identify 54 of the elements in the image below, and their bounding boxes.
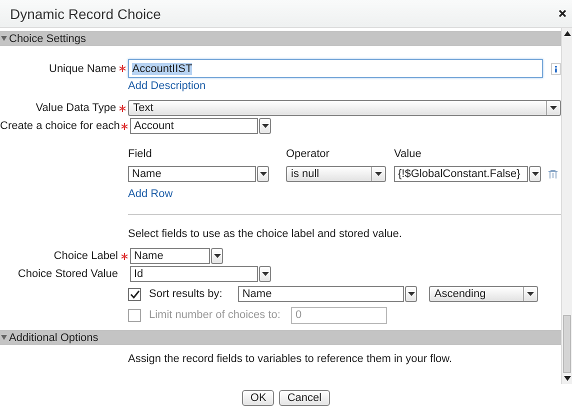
field-label: Unique Name	[48, 62, 116, 74]
column-header: Operator	[286, 148, 330, 160]
triangle-icon	[1, 335, 7, 340]
caret-icon	[550, 106, 558, 110]
dropdown-button[interactable]	[529, 166, 541, 182]
dropdown-button[interactable]	[259, 266, 271, 282]
cancel-button[interactable]: Cancel	[279, 390, 330, 406]
caret-icon	[262, 124, 268, 128]
section-header[interactable]: Choice Settings	[0, 31, 562, 46]
operator-select[interactable]: is null	[286, 166, 386, 182]
column-header: Field	[128, 148, 153, 160]
caret-icon	[408, 292, 415, 296]
field-label: Create a choice for each	[0, 120, 118, 132]
description-text: Assign the record fields to variables to reference them in your flow.	[128, 353, 454, 365]
dropdown-button[interactable]	[259, 118, 271, 134]
caret-icon	[262, 272, 268, 276]
add-row-link[interactable]: Add Row	[128, 186, 173, 202]
column-header: Value	[394, 148, 422, 160]
limit-label: Limit number of choices to:	[149, 309, 280, 321]
info-icon[interactable]	[551, 62, 562, 74]
scroll-up-icon[interactable]	[564, 31, 570, 36]
triangle-icon	[1, 36, 7, 41]
sort-checkbox[interactable]	[128, 288, 141, 300]
scroll-down-icon[interactable]	[564, 376, 570, 381]
field-combobox[interactable]: Name	[128, 166, 256, 182]
hint-text: Select fields to use as the choice label and stored value.	[128, 228, 403, 240]
dropdown-button[interactable]	[405, 286, 418, 302]
field-label: Choice Stored Value	[16, 268, 118, 280]
stored-value-combobox[interactable]: Id	[130, 266, 258, 282]
ok-button[interactable]: OK	[242, 390, 274, 406]
close-icon[interactable]	[559, 10, 566, 17]
window-title: Dynamic Record Choice	[10, 6, 161, 22]
section-header[interactable]: Additional Options	[0, 330, 562, 345]
object-combobox[interactable]: Account	[130, 118, 258, 134]
section-title: Choice Settings	[9, 32, 86, 44]
sort-label: Sort results by:	[149, 288, 222, 300]
caret-icon	[214, 254, 220, 258]
field-label: Choice Label	[52, 250, 118, 262]
field-label: Value Data Type	[34, 102, 116, 114]
sort-order-select[interactable]: Ascending	[429, 286, 538, 302]
unique-name-field[interactable]: AccountIIST	[128, 59, 544, 78]
caret-icon	[260, 172, 266, 176]
dropdown-button[interactable]	[211, 248, 223, 264]
sort-field-combobox[interactable]: Name	[238, 286, 404, 302]
caret-icon	[527, 292, 534, 296]
value-combobox[interactable]: {!$GlobalConstant.False}	[394, 166, 528, 182]
section-title: Additional Options	[9, 332, 98, 344]
dropdown-button[interactable]	[257, 166, 269, 182]
add-description-link[interactable]: Add Description	[128, 78, 206, 94]
caret-icon	[375, 172, 382, 176]
scroll-thumb[interactable]	[563, 315, 571, 373]
value-data-type-select[interactable]: Text	[128, 100, 562, 116]
caret-icon	[532, 172, 538, 176]
choice-label-combobox[interactable]: Name	[130, 248, 210, 264]
